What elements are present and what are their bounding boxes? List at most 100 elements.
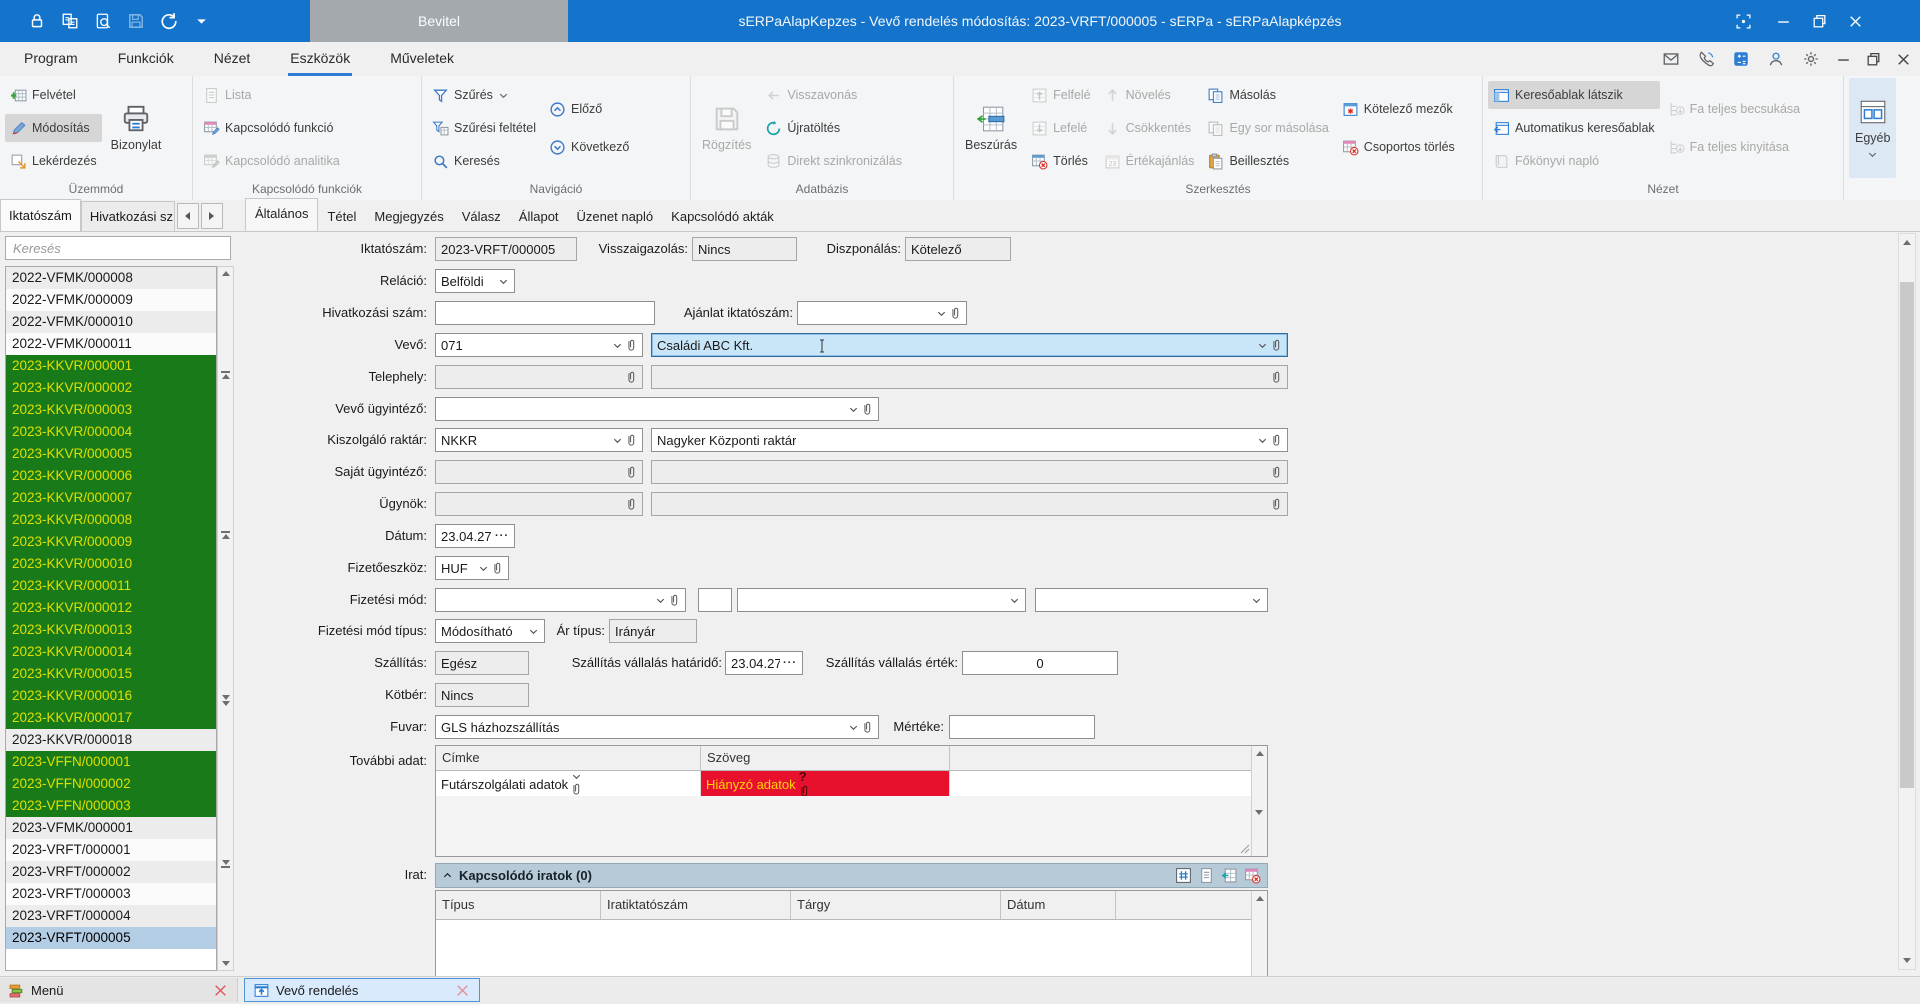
list-item[interactable]: 2023-KKVR/000017 xyxy=(6,707,216,729)
ujratoltes-button[interactable]: Újratöltés xyxy=(760,114,907,142)
attach-table-icon[interactable] xyxy=(1221,867,1238,884)
paperclip-icon[interactable] xyxy=(626,465,637,480)
list-item[interactable]: 2023-KKVR/000007 xyxy=(6,487,216,509)
hivatkozasi-field[interactable] xyxy=(435,301,655,325)
scroll-marker-icon[interactable] xyxy=(221,695,230,706)
kovetkezo-button[interactable]: Következő xyxy=(544,133,634,161)
form-tab[interactable]: Üzenet napló xyxy=(568,203,663,231)
paperclip-icon[interactable] xyxy=(626,497,637,512)
form-tab[interactable]: Tétel xyxy=(318,203,365,231)
vevo-ugyintezo-combobox[interactable] xyxy=(435,397,879,421)
chevron-down-icon[interactable] xyxy=(612,435,623,446)
search-input[interactable]: Keresés xyxy=(5,236,231,260)
beillesztes-button[interactable]: Beillesztés xyxy=(1202,147,1333,175)
list-item[interactable]: 2023-KKVR/000002 xyxy=(6,377,216,399)
list-item[interactable]: 2022-VFMK/000011 xyxy=(6,333,216,355)
kotelezo-mezok-button[interactable]: Kötelező mezők xyxy=(1337,95,1460,123)
date-picker-button[interactable]: ··· xyxy=(495,530,509,542)
modositas-button[interactable]: Módosítás xyxy=(5,114,102,143)
paperclip-icon[interactable] xyxy=(669,593,680,608)
list-item[interactable]: 2022-VFMK/000009 xyxy=(6,289,216,311)
chevron-down-icon[interactable] xyxy=(1251,595,1262,606)
list-item[interactable]: 2023-VFFN/000001 xyxy=(6,751,216,773)
collapse-chevron-icon[interactable] xyxy=(442,870,453,881)
taskbar-tab-vevo-rendeles[interactable]: Vevő rendelés xyxy=(244,978,480,1002)
column-header-cimke[interactable]: Címke xyxy=(436,746,701,770)
paperclip-icon[interactable] xyxy=(626,433,637,448)
scroll-marker-icon[interactable] xyxy=(221,530,230,539)
list-item[interactable]: 2023-KKVR/000003 xyxy=(6,399,216,421)
datum-field[interactable]: 23.04.27. ··· xyxy=(435,524,515,548)
form-tab[interactable]: Kapcsolódó akták xyxy=(662,203,783,231)
empty-cell[interactable] xyxy=(950,771,1267,797)
list-item[interactable]: 2023-KKVR/000001 xyxy=(6,355,216,377)
fizetesi-mod-tipus-combobox[interactable]: Módosítható xyxy=(435,619,545,643)
chevron-down-icon[interactable] xyxy=(498,276,509,287)
vevo-name-combobox[interactable]: Családi ABC Kft. xyxy=(651,333,1288,357)
document-icon[interactable] xyxy=(1198,867,1215,884)
scroll-down-icon[interactable] xyxy=(1903,958,1911,963)
list-item[interactable]: 2023-KKVR/000016 xyxy=(6,685,216,707)
list-item[interactable]: 2023-KKVR/000008 xyxy=(6,509,216,531)
list-item[interactable]: 2023-VFMK/000001 xyxy=(6,817,216,839)
fuvar-combobox[interactable]: GLS házhozszállítás xyxy=(435,715,879,739)
egyeb-button[interactable]: Egyéb xyxy=(1849,78,1897,179)
paperclip-icon[interactable] xyxy=(862,402,873,417)
minimize-button[interactable] xyxy=(1766,0,1800,42)
chevron-down-icon[interactable] xyxy=(612,340,623,351)
form-tab[interactable]: Válasz xyxy=(453,203,510,231)
quick-access-dropdown-icon[interactable] xyxy=(193,13,210,30)
automatikus-keresoablak-button[interactable]: Automatikus keresőablak xyxy=(1488,114,1660,142)
raktar-name-combobox[interactable]: Nagyker Központi raktár xyxy=(651,428,1288,452)
merteke-field[interactable] xyxy=(949,715,1095,739)
mdi-restore-button[interactable] xyxy=(1858,42,1888,76)
szures-button[interactable]: Szűrés xyxy=(427,81,541,109)
scroll-down-icon[interactable] xyxy=(1255,809,1263,815)
ajanlat-combobox[interactable] xyxy=(797,301,967,325)
paperclip-icon[interactable] xyxy=(862,720,873,735)
list-item[interactable]: 2023-KKVR/000012 xyxy=(6,597,216,619)
lock-icon[interactable] xyxy=(28,12,46,30)
scrollbar-thumb[interactable] xyxy=(1900,282,1914,788)
focus-mode-button[interactable] xyxy=(1726,0,1760,42)
taskbar-tab-menu[interactable]: Menü xyxy=(0,978,238,1002)
chevron-down-icon[interactable] xyxy=(848,404,859,415)
list-item[interactable]: 2023-KKVR/000010 xyxy=(6,553,216,575)
fizetesi-mod-extra-field[interactable] xyxy=(698,588,732,612)
fizetesi-mod-combobox[interactable] xyxy=(435,588,686,612)
paperclip-icon[interactable] xyxy=(1271,370,1282,385)
list-item[interactable]: 2023-VFFN/000002 xyxy=(6,773,216,795)
list-item[interactable]: 2023-VRFT/000004 xyxy=(6,905,216,927)
table-scrollbar[interactable] xyxy=(1251,746,1267,856)
remove-table-icon[interactable] xyxy=(1244,867,1261,884)
list-item[interactable]: 2023-VRFT/000002 xyxy=(6,861,216,883)
column-header-datum[interactable]: Dátum xyxy=(1001,891,1116,919)
window-tab-bevitel[interactable]: Bevitel xyxy=(310,0,568,42)
paperclip-icon[interactable] xyxy=(626,370,637,385)
close-tab-icon[interactable] xyxy=(212,982,229,999)
list-item[interactable]: 2023-KKVR/000014 xyxy=(6,641,216,663)
scroll-marker-icon[interactable] xyxy=(221,370,230,379)
keresoablak-latszik-button[interactable]: Keresőablak látszik xyxy=(1488,81,1660,110)
raktar-code-combobox[interactable]: NKKR xyxy=(435,428,643,452)
column-header-szoveg[interactable]: Szöveg xyxy=(701,746,950,770)
list-item[interactable]: 2022-VFMK/000010 xyxy=(6,311,216,333)
form-tab[interactable]: Megjegyzés xyxy=(365,203,452,231)
chevron-down-icon[interactable] xyxy=(936,308,947,319)
chevron-down-icon[interactable] xyxy=(1009,595,1020,606)
list-item[interactable]: 2023-KKVR/000004 xyxy=(6,421,216,443)
resize-grip-icon[interactable] xyxy=(1240,844,1250,854)
scroll-up-icon[interactable] xyxy=(1903,240,1911,245)
menu-item[interactable]: Nézet xyxy=(212,42,253,76)
menu-item[interactable]: Funkciók xyxy=(116,42,176,76)
form-scrollbar[interactable] xyxy=(1898,233,1916,970)
column-header-targy[interactable]: Tárgy xyxy=(791,891,1001,919)
relacio-combobox[interactable]: Belföldi xyxy=(435,269,515,293)
list-item[interactable]: 2023-VRFT/000003 xyxy=(6,883,216,905)
torles-button[interactable]: Törlés xyxy=(1026,147,1096,175)
paperclip-icon[interactable] xyxy=(1271,338,1282,353)
cimke-combobox[interactable]: Futárszolgálati adatok xyxy=(436,771,701,797)
chevron-down-icon[interactable] xyxy=(478,563,489,574)
chevron-down-icon[interactable] xyxy=(1257,340,1268,351)
list-item[interactable]: 2023-KKVR/000005 xyxy=(6,443,216,465)
